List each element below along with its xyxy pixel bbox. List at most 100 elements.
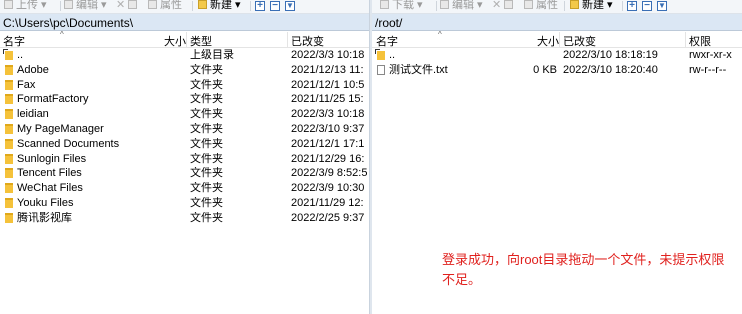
expand-button[interactable]: + <box>627 1 637 11</box>
cell-type: 文件夹 <box>190 137 223 150</box>
cell-modified: 2021/12/29 16: <box>291 152 365 165</box>
cell-name: 测试文件.txt <box>389 63 448 76</box>
toolbar-separator <box>622 1 623 11</box>
local-file-row[interactable]: FormatFactory 文件夹 2021/11/25 15: <box>0 92 369 107</box>
column-size[interactable]: 大小 <box>164 33 186 49</box>
cell-name: FormatFactory <box>17 93 89 106</box>
local-pane: 上传 ▾ 编辑 ▾ ✕ 属性 新建 ▾ + − ▼ C:\Users\pc\Do… <box>0 0 369 314</box>
column-modified[interactable]: 已改变 <box>563 33 596 49</box>
local-file-list: .. 上级目录 2022/3/3 10:18 Adobe 文件夹 2021/12/13 1… <box>0 48 369 226</box>
remote-column-header: 名字 ^ 大小 已改变 权限 <box>372 30 742 49</box>
cell-modified: 2022/3/10 18:20:40 <box>563 63 658 76</box>
up-folder-icon <box>3 49 13 60</box>
remote-toolbar: 下载 ▾ 编辑 ▾ ✕ 属性 新建 ▾ + − ▼ <box>372 0 742 14</box>
cell-name: Sunlogin Files <box>17 152 87 165</box>
cell-name: .. <box>17 49 24 61</box>
new-button[interactable]: 新建 ▾ <box>570 0 613 12</box>
properties-button[interactable]: 属性 <box>148 0 182 12</box>
filter-button[interactable]: ▼ <box>657 1 667 11</box>
filter-button[interactable]: ▼ <box>285 1 295 11</box>
cell-name: Adobe <box>17 63 49 76</box>
cell-type: 文件夹 <box>190 78 223 91</box>
local-file-row[interactable]: Scanned Documents 文件夹 2021/12/1 17:1 <box>0 137 369 152</box>
cell-type: 文件夹 <box>190 93 223 106</box>
local-file-row[interactable]: My PageManager 文件夹 2022/3/10 9:37 <box>0 122 369 137</box>
local-file-row[interactable]: leidian 文件夹 2022/3/3 10:18 <box>0 107 369 122</box>
toolbar-separator <box>250 1 251 11</box>
cell-modified: 2021/12/1 10:5 <box>291 78 365 91</box>
cell-modified: 2022/3/10 18:18:19 <box>563 49 658 61</box>
remote-file-row[interactable]: 测试文件.txt 0 KB 2022/3/10 18:20:40 rw-r--r-- <box>372 63 742 78</box>
local-path-bar[interactable]: C:\Users\pc\Documents\ <box>0 14 369 31</box>
new-button[interactable]: 新建 ▾ <box>198 0 241 12</box>
folder-icon <box>5 109 13 120</box>
remote-file-row[interactable]: .. 2022/3/10 18:18:19 rwxr-xr-x <box>372 48 742 63</box>
local-file-row[interactable]: 腾讯影视库 文件夹 2022/2/25 9:37 <box>0 211 369 226</box>
rename-button[interactable] <box>128 0 140 12</box>
column-divider[interactable] <box>559 32 560 47</box>
edit-icon <box>440 0 449 9</box>
local-file-row[interactable]: Adobe 文件夹 2021/12/13 11: <box>0 63 369 78</box>
sort-ascending-icon: ^ <box>438 30 442 39</box>
upload-button[interactable]: 上传 ▾ <box>4 0 47 12</box>
cell-modified: 2022/3/3 10:18 <box>291 108 365 121</box>
folder-icon <box>5 197 13 208</box>
cell-modified: 2022/3/10 9:37 <box>291 122 365 135</box>
local-file-row[interactable]: .. 上级目录 2022/3/3 10:18 <box>0 48 369 63</box>
column-divider[interactable] <box>287 32 288 47</box>
cell-type: 文件夹 <box>190 182 223 195</box>
collapse-button[interactable]: − <box>270 1 280 11</box>
new-folder-icon <box>198 0 207 9</box>
expand-button[interactable]: + <box>255 1 265 11</box>
column-name[interactable]: 名字 <box>3 33 25 49</box>
download-button[interactable]: 下载 ▾ <box>380 0 423 12</box>
column-size[interactable]: 大小 <box>537 33 559 49</box>
cell-type: 文件夹 <box>190 108 223 121</box>
cell-name: Fax <box>17 78 36 91</box>
annotation-note: 登录成功，向root目录拖动一个文件，未提示权限不足。 <box>442 252 725 287</box>
local-file-row[interactable]: Sunlogin Files 文件夹 2021/12/29 16: <box>0 152 369 167</box>
cell-type: 文件夹 <box>190 122 223 135</box>
edit-button[interactable]: 编辑 ▾ <box>64 0 107 12</box>
collapse-button[interactable]: − <box>642 1 652 11</box>
cell-name: Scanned Documents <box>17 137 120 150</box>
cell-modified: 2021/11/29 12: <box>291 196 364 209</box>
column-divider[interactable] <box>685 32 686 47</box>
local-file-row[interactable]: WeChat Files 文件夹 2022/3/9 10:30 <box>0 181 369 196</box>
cell-permissions: rwxr-xr-x <box>689 49 732 61</box>
cell-type: 文件夹 <box>190 63 223 76</box>
file-icon <box>377 64 385 75</box>
cell-modified: 2022/2/25 9:37 <box>291 211 365 224</box>
properties-icon <box>148 0 157 9</box>
cell-modified: 2022/3/3 10:18 <box>291 49 365 61</box>
cell-size: 0 KB <box>533 63 557 76</box>
properties-icon <box>524 0 533 9</box>
delete-button[interactable]: ✕ <box>492 0 501 12</box>
local-file-row[interactable]: Tencent Files 文件夹 2022/3/9 8:52:5 <box>0 166 369 181</box>
folder-icon <box>5 138 13 149</box>
delete-button[interactable]: ✕ <box>116 0 125 12</box>
column-permissions[interactable]: 权限 <box>689 33 711 49</box>
toolbar-separator <box>60 1 61 11</box>
cell-type: 文件夹 <box>190 167 223 180</box>
properties-button[interactable]: 属性 <box>524 0 558 12</box>
edit-button[interactable]: 编辑 ▾ <box>440 0 483 12</box>
remote-path-bar[interactable]: /root/ <box>372 14 742 31</box>
local-file-row[interactable]: Fax 文件夹 2021/12/1 10:5 <box>0 78 369 93</box>
column-divider[interactable] <box>186 32 187 47</box>
folder-icon <box>5 94 13 105</box>
toolbar-separator <box>192 1 193 11</box>
column-name[interactable]: 名字 <box>376 33 398 49</box>
sort-ascending-icon: ^ <box>60 30 64 39</box>
cell-modified: 2021/12/13 11: <box>291 63 364 76</box>
cell-type: 上级目录 <box>190 49 234 61</box>
cell-name: .. <box>389 49 396 61</box>
local-file-row[interactable]: Youku Files 文件夹 2021/11/29 12: <box>0 196 369 211</box>
cell-modified: 2021/12/1 17:1 <box>291 137 365 150</box>
rename-button[interactable] <box>504 0 516 12</box>
column-modified[interactable]: 已改变 <box>291 33 324 49</box>
folder-icon <box>5 123 13 134</box>
folder-icon <box>5 168 13 179</box>
column-type[interactable]: 类型 <box>190 33 212 49</box>
upload-icon <box>4 0 13 9</box>
